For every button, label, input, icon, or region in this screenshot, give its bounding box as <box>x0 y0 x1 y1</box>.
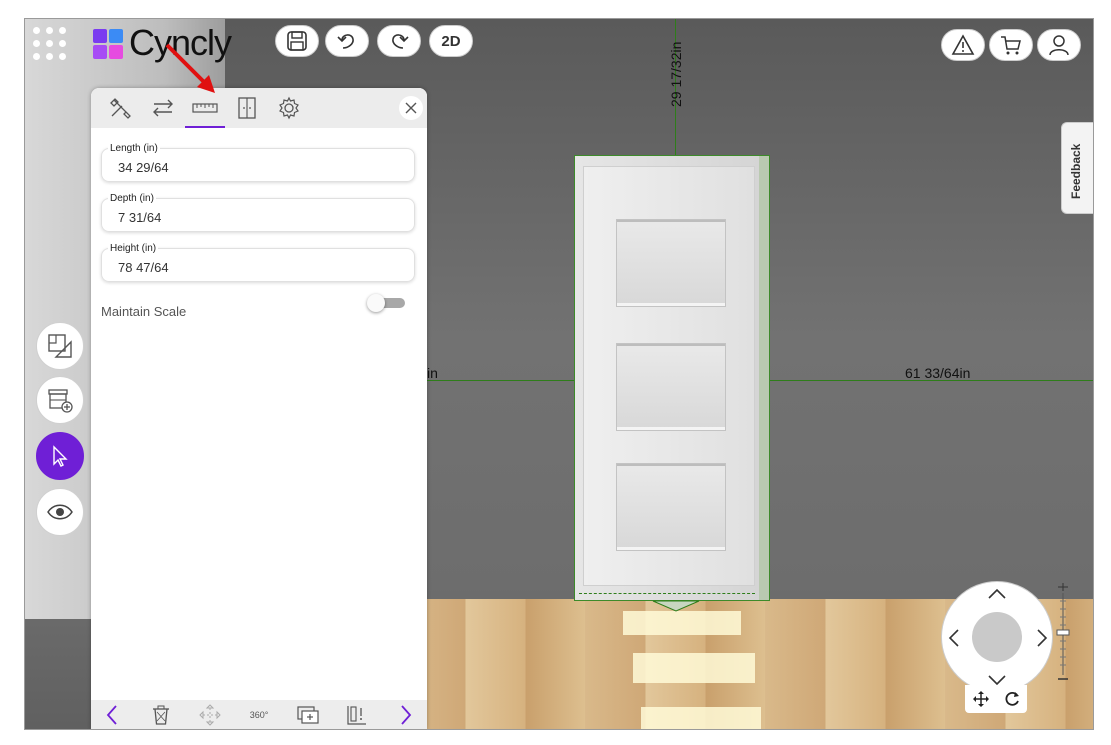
close-panel-button[interactable] <box>399 96 423 120</box>
cart-button[interactable] <box>989 29 1033 61</box>
gear-icon <box>279 96 299 120</box>
height-value[interactable]: 78 47/64 <box>118 260 169 275</box>
height-label: Height (in) <box>108 243 159 254</box>
tab-settings[interactable] <box>269 92 309 124</box>
tab-door[interactable] <box>227 92 267 124</box>
rotate-icon <box>1005 691 1019 706</box>
chevron-right-icon <box>401 705 412 725</box>
next-button[interactable] <box>393 703 419 727</box>
previous-button[interactable] <box>99 703 125 727</box>
maintain-scale-toggle[interactable] <box>367 294 407 312</box>
pan-mode-button[interactable] <box>965 685 996 713</box>
move-button[interactable] <box>197 703 223 727</box>
apps-menu-icon[interactable] <box>33 27 73 67</box>
floorplan-icon <box>48 334 72 358</box>
add-cabinet-icon <box>48 389 73 413</box>
door-panel <box>616 463 726 551</box>
length-value[interactable]: 34 29/64 <box>118 160 169 175</box>
undo-button[interactable] <box>325 25 369 57</box>
door-icon <box>238 97 256 119</box>
floorplan-tool-button[interactable] <box>36 322 84 370</box>
properties-tabs <box>91 88 427 128</box>
chevron-right-icon[interactable] <box>1036 628 1048 648</box>
chevron-up-icon[interactable] <box>987 588 1007 600</box>
selected-door-model[interactable] <box>574 155 770 601</box>
right-distance-label: 61 33/64in <box>905 365 971 381</box>
delete-button[interactable] <box>148 703 174 727</box>
door-panel <box>616 343 726 431</box>
duplicate-button[interactable] <box>295 703 321 727</box>
length-label: Length (in) <box>108 143 160 154</box>
tools-icon <box>110 98 131 119</box>
redo-button[interactable] <box>377 25 421 57</box>
cart-icon <box>1001 36 1021 55</box>
warning-icon <box>951 34 975 55</box>
door-direction-arrow-icon <box>652 600 700 612</box>
duplicate-icon <box>297 706 319 724</box>
maintain-scale-label: Maintain Scale <box>101 304 187 319</box>
tab-tools[interactable] <box>101 92 141 124</box>
view-mode-2d-button[interactable]: 2D <box>429 25 473 57</box>
chevron-left-icon[interactable] <box>948 628 960 648</box>
feedback-label: Feedback <box>1069 143 1083 199</box>
zoom-slider[interactable] <box>1055 583 1071 683</box>
top-distance-label: 29 17/32in <box>668 41 684 107</box>
view-tool-button[interactable] <box>36 488 84 536</box>
zoom-slider-thumb <box>1056 629 1070 636</box>
close-icon <box>405 102 417 114</box>
undo-icon <box>337 34 354 49</box>
rotate-360-icon: 360° <box>249 710 269 720</box>
account-button[interactable] <box>1037 29 1081 61</box>
depth-field[interactable]: Depth (in) 7 31/64 <box>101 193 415 232</box>
panel-action-bar: 360° <box>91 700 427 729</box>
logo-mark-icon <box>93 29 123 59</box>
camera-navigation-pad[interactable] <box>941 581 1053 693</box>
height-field[interactable]: Height (in) 78 47/64 <box>101 243 415 282</box>
orbit-mode-button[interactable] <box>996 685 1027 713</box>
3d-viewport[interactable]: 29 17/32in in 61 33/64in Cyncly 2D Feedb… <box>24 18 1094 730</box>
redo-icon <box>392 34 409 49</box>
rotate-360-button[interactable]: 360° <box>246 703 272 727</box>
depth-value[interactable]: 7 31/64 <box>118 210 161 225</box>
navigation-mode-toggle <box>965 685 1027 713</box>
align-button[interactable] <box>344 703 370 727</box>
feedback-tab[interactable]: Feedback <box>1061 122 1093 214</box>
add-product-button[interactable] <box>36 376 84 424</box>
annotation-arrow-icon <box>165 43 215 93</box>
save-button[interactable] <box>275 25 319 57</box>
navigation-center-button[interactable] <box>972 612 1022 662</box>
align-icon <box>347 706 366 725</box>
select-tool-button[interactable] <box>36 432 84 480</box>
cursor-icon <box>53 445 68 467</box>
pan-icon <box>972 691 989 707</box>
dimension-line-left <box>425 380 574 381</box>
user-icon <box>1049 35 1069 56</box>
warnings-button[interactable] <box>941 29 985 61</box>
save-icon <box>287 31 307 51</box>
properties-panel: Length (in) 34 29/64 Depth (in) 7 31/64 … <box>91 88 427 729</box>
chevron-left-icon <box>106 705 117 725</box>
left-distance-label: in <box>427 365 438 381</box>
trash-icon <box>153 705 169 725</box>
eye-icon <box>47 504 73 520</box>
ruler-icon <box>192 103 218 113</box>
door-panel <box>616 219 726 307</box>
depth-label: Depth (in) <box>108 193 156 204</box>
move-icon <box>199 704 221 726</box>
length-field[interactable]: Length (in) 34 29/64 <box>101 143 415 182</box>
